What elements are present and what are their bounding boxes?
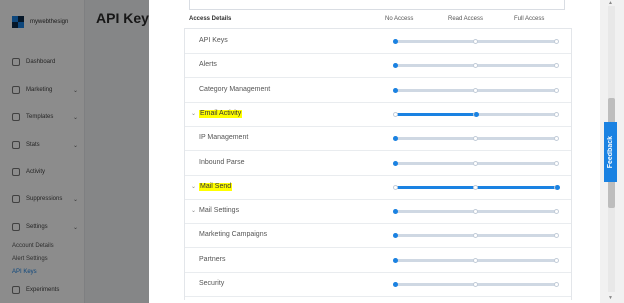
access-level-slider[interactable] xyxy=(393,257,559,263)
slider-stop[interactable] xyxy=(473,160,478,166)
access-level-slider[interactable] xyxy=(393,63,559,69)
slider-handle[interactable] xyxy=(393,87,398,93)
api-key-drawer: Access Details No Access Read Access Ful… xyxy=(149,0,600,303)
slider-stop[interactable] xyxy=(554,282,559,287)
access-level-slider[interactable] xyxy=(393,209,559,215)
slider-stop[interactable] xyxy=(473,63,478,69)
slider-stop[interactable] xyxy=(473,87,478,93)
slider-stop[interactable] xyxy=(393,184,398,190)
slider-stop[interactable] xyxy=(554,87,559,93)
no-access-header: No Access xyxy=(385,16,414,22)
feedback-tab[interactable]: Feedback xyxy=(604,122,617,182)
slider-handle[interactable] xyxy=(555,184,560,190)
slider-handle[interactable] xyxy=(393,257,398,263)
slider-handle[interactable] xyxy=(393,160,398,166)
access-row-label: IP Management xyxy=(199,134,249,142)
scroll-down-arrow-icon[interactable]: ▼ xyxy=(608,295,613,301)
access-row: API Keys xyxy=(185,29,571,54)
chevron-down-icon[interactable]: ⌄ xyxy=(191,183,196,191)
access-row: ⌄ Mail Settings xyxy=(185,199,571,225)
slider-stop[interactable] xyxy=(473,39,478,44)
access-row: Category Management xyxy=(185,78,571,103)
name-field-box xyxy=(189,0,565,10)
access-row: ⌄ Mail Send xyxy=(185,175,571,200)
slider-stop[interactable] xyxy=(554,136,559,142)
access-row: Marketing Campaigns xyxy=(185,223,571,249)
feedback-label: Feedback xyxy=(607,135,614,169)
access-row-label: Category Management xyxy=(199,85,271,93)
slider-stop[interactable] xyxy=(554,111,559,117)
access-row-label[interactable]: Email Activity xyxy=(199,109,243,118)
access-row: Alerts xyxy=(185,53,571,79)
access-row-label: Inbound Parse xyxy=(199,158,245,166)
access-level-slider[interactable] xyxy=(393,136,559,142)
access-row-label[interactable]: Mail Settings xyxy=(199,207,239,215)
access-row-label: Security xyxy=(199,280,225,287)
slider-handle[interactable] xyxy=(393,282,398,287)
slider-stop[interactable] xyxy=(473,257,478,263)
slider-fill xyxy=(395,112,476,116)
access-row: ⌄ Email Activity xyxy=(185,102,571,127)
slider-stop[interactable] xyxy=(393,111,398,117)
slider-stop[interactable] xyxy=(473,282,478,287)
slider-stop[interactable] xyxy=(554,257,559,263)
access-level-slider[interactable] xyxy=(393,87,559,93)
access-row: Inbound Parse xyxy=(185,151,571,176)
slider-stop[interactable] xyxy=(554,160,559,166)
access-level-slider[interactable] xyxy=(393,111,559,117)
slider-stop[interactable] xyxy=(473,209,478,215)
access-table: API Keys Alerts Category Management ⌄ Email … xyxy=(184,28,572,300)
chevron-down-icon[interactable]: ⌄ xyxy=(191,110,196,118)
access-level-slider[interactable] xyxy=(393,160,559,166)
slider-stop[interactable] xyxy=(554,63,559,69)
access-level-slider[interactable] xyxy=(393,233,559,239)
slider-stop[interactable] xyxy=(554,39,559,44)
slider-handle[interactable] xyxy=(393,39,398,44)
access-row-label: Marketing Campaigns xyxy=(199,231,268,239)
access-row: Security xyxy=(185,272,571,297)
slider-handle[interactable] xyxy=(393,233,398,239)
read-access-header: Read Access xyxy=(448,16,484,22)
access-row-label: Partners xyxy=(199,255,226,263)
slider-handle[interactable] xyxy=(393,136,398,142)
slider-handle[interactable] xyxy=(393,209,398,215)
slider-stop[interactable] xyxy=(473,184,478,190)
slider-handle[interactable] xyxy=(393,63,398,69)
access-details-header: Access Details xyxy=(189,16,232,22)
access-row: Partners xyxy=(185,248,571,273)
access-level-slider[interactable] xyxy=(393,39,559,44)
slider-stop[interactable] xyxy=(554,233,559,239)
access-row-label[interactable]: Mail Send xyxy=(199,182,233,191)
chevron-down-icon[interactable]: ⌄ xyxy=(191,207,196,215)
access-row: IP Management xyxy=(185,126,571,152)
slider-handle[interactable] xyxy=(474,111,479,117)
access-level-slider[interactable] xyxy=(393,282,559,287)
access-row-label: API Keys xyxy=(199,37,228,44)
full-access-header: Full Access xyxy=(514,16,545,22)
slider-stop[interactable] xyxy=(554,209,559,215)
access-row-label: Alerts xyxy=(199,61,217,69)
slider-stop[interactable] xyxy=(473,136,478,142)
slider-stop[interactable] xyxy=(473,233,478,239)
access-level-slider[interactable] xyxy=(393,184,560,190)
